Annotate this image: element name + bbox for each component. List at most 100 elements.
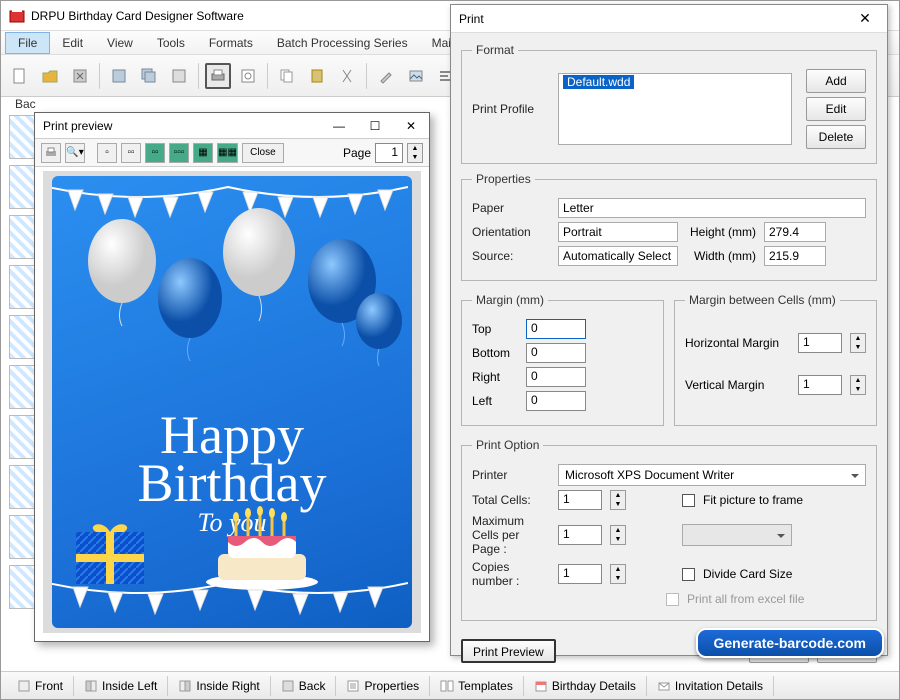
fit-checkbox[interactable] xyxy=(682,494,695,507)
brush-icon[interactable] xyxy=(373,63,399,89)
tab-back[interactable]: Back xyxy=(271,676,337,696)
divide-checkbox[interactable] xyxy=(682,568,695,581)
view-2-icon[interactable]: ▫▫ xyxy=(121,143,141,163)
print-icon[interactable] xyxy=(41,143,61,163)
right-input[interactable]: 0 xyxy=(526,367,586,387)
orientation-field[interactable]: Portrait xyxy=(558,222,678,242)
margin-cells-group: Margin between Cells (mm) Horizontal Mar… xyxy=(674,293,877,426)
copies-label: Copies number : xyxy=(472,560,550,588)
cut-icon[interactable] xyxy=(334,63,360,89)
close-icon[interactable] xyxy=(67,63,93,89)
edit-button[interactable]: Edit xyxy=(806,97,866,121)
tab-label: Inside Left xyxy=(102,679,157,693)
page-label: Page xyxy=(343,146,371,160)
view-6-icon[interactable]: ▦▦ xyxy=(217,143,238,163)
dialog-titlebar: Print ✕ xyxy=(451,5,887,33)
bottom-input[interactable]: 0 xyxy=(526,343,586,363)
zoom-icon[interactable]: 🔍▾ xyxy=(65,143,85,163)
preview-title: Print preview xyxy=(35,119,321,133)
total-spinner[interactable]: ▲▼ xyxy=(610,490,626,510)
saveall-icon[interactable] xyxy=(136,63,162,89)
tab-inside-left[interactable]: Inside Left xyxy=(74,676,168,696)
profile-label: Print Profile xyxy=(472,102,550,116)
tab-properties[interactable]: Properties xyxy=(336,676,430,696)
tab-label: Back xyxy=(299,679,326,693)
export-icon[interactable] xyxy=(166,63,192,89)
menu-formats[interactable]: Formats xyxy=(197,33,265,53)
print-icon[interactable] xyxy=(205,63,231,89)
divide-label: Divide Card Size xyxy=(703,567,792,581)
menu-view[interactable]: View xyxy=(95,33,145,53)
copy-icon[interactable] xyxy=(274,63,300,89)
right-label: Right xyxy=(472,370,518,384)
width-field[interactable]: 215.9 xyxy=(764,246,826,266)
tab-birthday-details[interactable]: Birthday Details xyxy=(524,676,647,696)
view-5-icon[interactable]: ▦ xyxy=(193,143,213,163)
page-input[interactable]: 1 xyxy=(375,143,403,163)
margin-cells-legend: Margin between Cells (mm) xyxy=(685,293,840,307)
menu-tools[interactable]: Tools xyxy=(145,33,197,53)
top-input[interactable]: 0 xyxy=(526,319,586,339)
tab-label: Templates xyxy=(458,679,513,693)
source-field[interactable]: Automatically Select xyxy=(558,246,678,266)
top-label: Top xyxy=(472,322,518,336)
max-input[interactable]: 1 xyxy=(558,525,602,545)
tab-front[interactable]: Front xyxy=(7,676,74,696)
maximize-icon[interactable]: ☐ xyxy=(357,113,393,139)
new-icon[interactable] xyxy=(7,63,33,89)
balloon-icon xyxy=(82,216,162,326)
delete-button[interactable]: Delete xyxy=(806,125,866,149)
tab-inside-right[interactable]: Inside Right xyxy=(168,676,270,696)
margin-group: Margin (mm) Top0 Bottom0 Right0 Left0 xyxy=(461,293,664,426)
menu-file[interactable]: File xyxy=(5,32,50,54)
copies-input[interactable]: 1 xyxy=(558,564,602,584)
width-label: Width (mm) xyxy=(686,249,756,263)
tab-templates[interactable]: Templates xyxy=(430,676,524,696)
menu-edit[interactable]: Edit xyxy=(50,33,95,53)
bottom-tabs: Front Inside Left Inside Right Back Prop… xyxy=(1,671,899,699)
save-icon[interactable] xyxy=(106,63,132,89)
add-button[interactable]: Add xyxy=(806,69,866,93)
close-icon[interactable]: ✕ xyxy=(851,10,879,27)
view-3-icon[interactable]: ▫▫ xyxy=(145,143,165,163)
print-option-group: Print Option Printer Microsoft XPS Docum… xyxy=(461,438,877,621)
open-icon[interactable] xyxy=(37,63,63,89)
height-field[interactable]: 279.4 xyxy=(764,222,826,242)
print-dialog: Print ✕ Format Print Profile Default.wdd… xyxy=(450,4,888,656)
hmargin-spinner[interactable]: ▲▼ xyxy=(850,333,866,353)
profile-item-selected[interactable]: Default.wdd xyxy=(563,75,634,89)
hmargin-label: Horizontal Margin xyxy=(685,336,790,350)
paper-field[interactable]: Letter xyxy=(558,198,866,218)
hmargin-input[interactable]: 1 xyxy=(798,333,842,353)
profile-list[interactable]: Default.wdd xyxy=(558,73,792,145)
minimize-icon[interactable]: — xyxy=(321,113,357,139)
vmargin-spinner[interactable]: ▲▼ xyxy=(850,375,866,395)
paste-icon[interactable] xyxy=(304,63,330,89)
separator xyxy=(198,63,199,89)
gift-icon xyxy=(72,512,148,588)
left-label: Left xyxy=(472,394,518,408)
vmargin-input[interactable]: 1 xyxy=(798,375,842,395)
orientation-label: Orientation xyxy=(472,225,550,239)
menu-batch[interactable]: Batch Processing Series xyxy=(265,33,420,53)
height-label: Height (mm) xyxy=(686,225,756,239)
preview-icon[interactable] xyxy=(235,63,261,89)
left-input[interactable]: 0 xyxy=(526,391,586,411)
max-label: Maximum Cells per Page : xyxy=(472,514,550,556)
bunting-decoration xyxy=(52,578,408,618)
copies-spinner[interactable]: ▲▼ xyxy=(610,564,626,584)
printall-label: Print all from excel file xyxy=(687,592,804,606)
close-preview-button[interactable]: Close xyxy=(242,143,284,163)
image-icon[interactable] xyxy=(403,63,429,89)
close-icon[interactable]: ✕ xyxy=(393,113,429,139)
view-4-icon[interactable]: ▫▫▫ xyxy=(169,143,189,163)
tab-invitation-details[interactable]: Invitation Details xyxy=(647,676,774,696)
view-1-icon[interactable]: ▫ xyxy=(97,143,117,163)
separator xyxy=(267,63,268,89)
page-spinner[interactable]: ▲▼ xyxy=(407,143,423,163)
fit-label: Fit picture to frame xyxy=(703,493,803,507)
total-input[interactable]: 1 xyxy=(558,490,602,510)
printer-select[interactable]: Microsoft XPS Document Writer xyxy=(558,464,866,486)
max-spinner[interactable]: ▲▼ xyxy=(610,525,626,545)
print-preview-button[interactable]: Print Preview xyxy=(461,639,556,663)
